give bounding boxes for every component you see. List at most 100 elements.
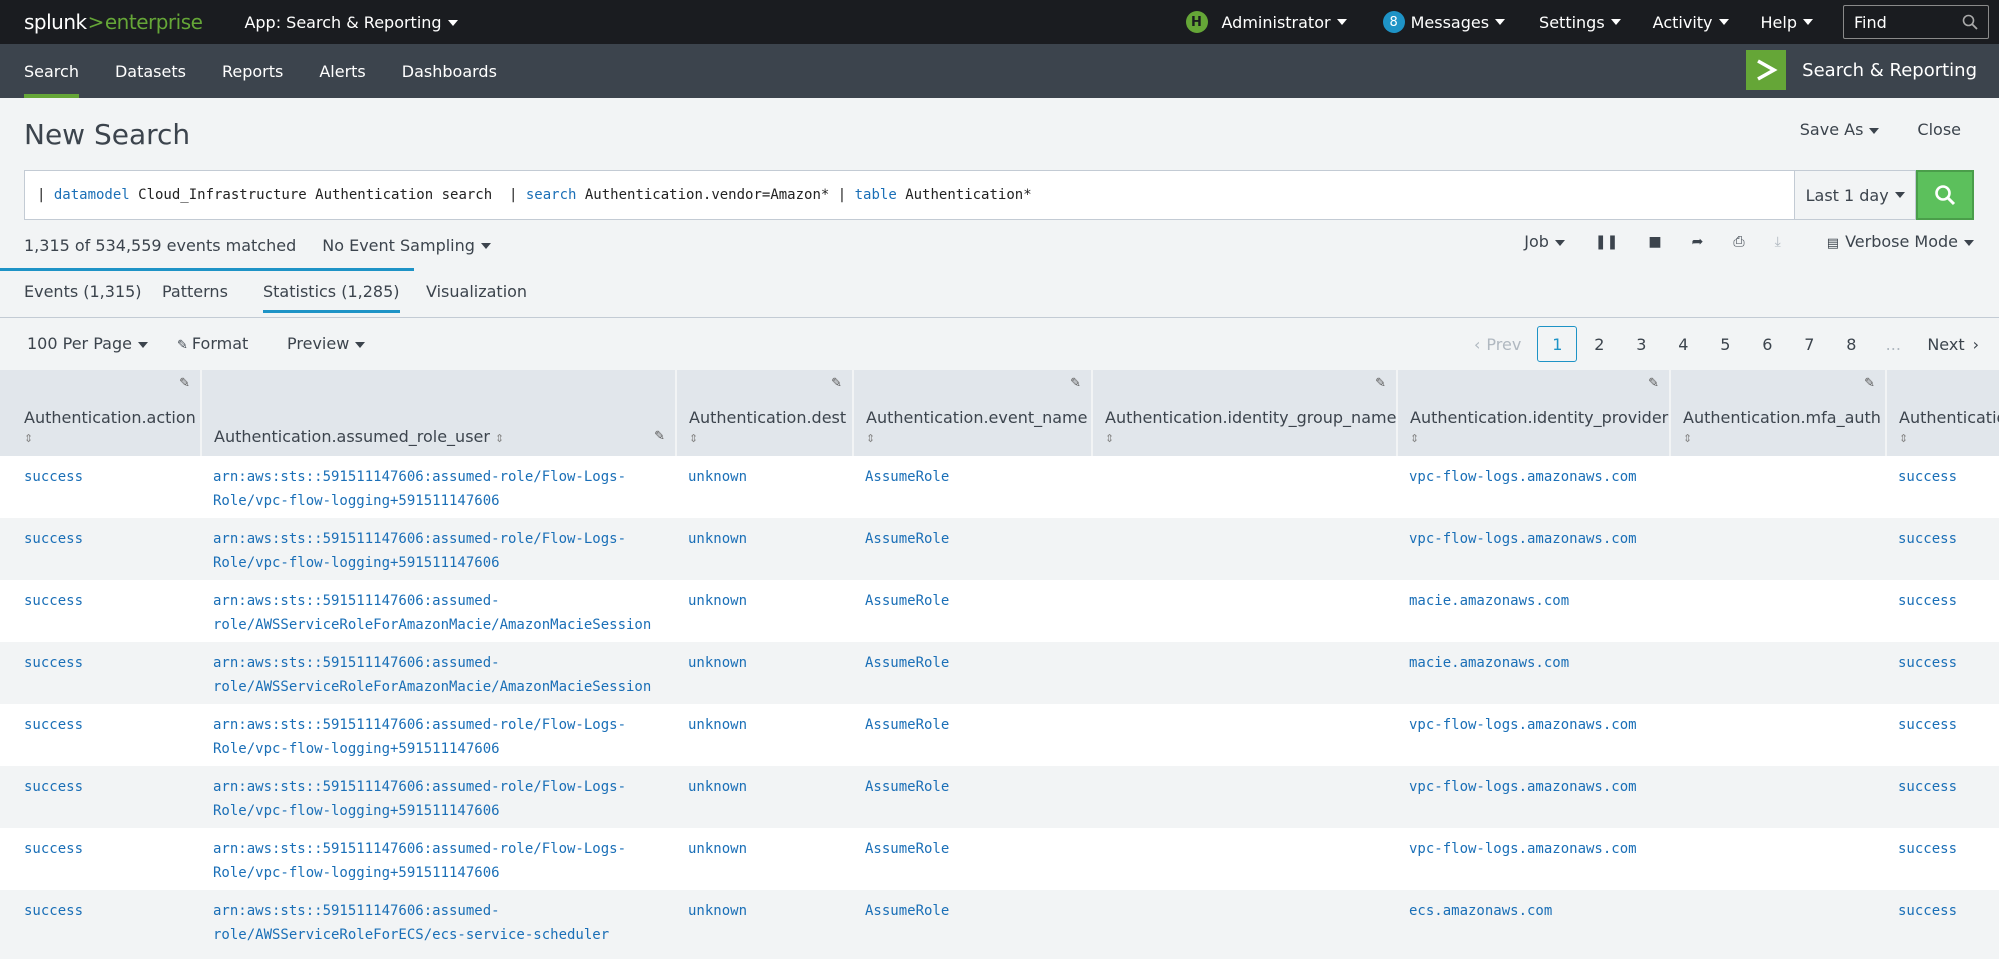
- pencil-icon[interactable]: ✎: [654, 429, 665, 444]
- tab-patterns[interactable]: Patterns: [162, 282, 228, 301]
- event-sampling-menu[interactable]: No Event Sampling: [322, 236, 491, 255]
- table-cell[interactable]: AssumeRole: [853, 642, 1092, 704]
- table-cell[interactable]: unknown: [676, 580, 853, 642]
- next-page-button[interactable]: Next ›: [1927, 326, 1979, 362]
- nav-tab-dashboards[interactable]: Dashboards: [402, 44, 497, 98]
- pencil-icon[interactable]: ✎: [1864, 376, 1875, 391]
- table-cell[interactable]: arn:aws:sts::591511147606:assumed-role/F…: [201, 766, 676, 828]
- column-header[interactable]: ✎ Authentication.dest ⇕: [676, 370, 854, 456]
- prev-page-button[interactable]: ‹ Prev: [1474, 326, 1521, 362]
- table-cell[interactable]: unknown: [676, 456, 853, 518]
- nav-tab-reports[interactable]: Reports: [222, 44, 283, 98]
- table-cell[interactable]: success: [1886, 580, 1999, 642]
- tab-visualization[interactable]: Visualization: [426, 282, 527, 301]
- table-cell[interactable]: success: [0, 828, 201, 890]
- table-cell[interactable]: unknown: [676, 518, 853, 580]
- sort-icon[interactable]: ⇕: [1410, 432, 1419, 445]
- table-cell[interactable]: AssumeRole: [853, 704, 1092, 766]
- sort-icon[interactable]: ⇕: [495, 432, 504, 445]
- table-cell[interactable]: vpc-flow-logs.amazonaws.com: [1397, 704, 1670, 766]
- nav-tab-search[interactable]: Search: [24, 44, 79, 98]
- table-cell[interactable]: arn:aws:sts::591511147606:assumed-role/A…: [201, 890, 676, 952]
- table-cell[interactable]: unknown: [676, 890, 853, 952]
- table-cell[interactable]: arn:aws:sts::591511147606:assumed-role/F…: [201, 828, 676, 890]
- table-cell[interactable]: success: [0, 456, 201, 518]
- per-page-menu[interactable]: 100 Per Page: [27, 334, 148, 353]
- print-icon[interactable]: ⎙: [1733, 234, 1744, 250]
- table-cell[interactable]: success: [1886, 642, 1999, 704]
- sort-icon[interactable]: ⇕: [24, 432, 33, 445]
- sort-icon[interactable]: ⇕: [1683, 432, 1692, 445]
- table-cell[interactable]: AssumeRole: [853, 580, 1092, 642]
- column-header[interactable]: ✎ Authentication.mfa_auth ⇕: [1670, 370, 1887, 456]
- pause-icon[interactable]: ❚❚: [1595, 234, 1618, 250]
- close-button[interactable]: Close: [1917, 120, 1961, 139]
- page-6-button[interactable]: 6: [1747, 326, 1787, 362]
- table-cell[interactable]: success: [1886, 704, 1999, 766]
- column-header[interactable]: ✎ Authentication.assumed_role_user ⇕: [201, 370, 677, 456]
- user-menu[interactable]: H Administrator: [1185, 11, 1347, 33]
- stop-icon[interactable]: ■: [1648, 234, 1661, 250]
- table-cell[interactable]: success: [1886, 890, 1999, 952]
- sort-icon[interactable]: ⇕: [689, 432, 698, 445]
- table-cell[interactable]: success: [1886, 828, 1999, 890]
- search-button[interactable]: [1916, 170, 1974, 220]
- splunk-logo[interactable]: splunk > enterprise: [24, 10, 203, 34]
- nav-tab-datasets[interactable]: Datasets: [115, 44, 186, 98]
- settings-menu[interactable]: Settings: [1539, 13, 1621, 32]
- activity-menu[interactable]: Activity: [1653, 13, 1729, 32]
- table-cell[interactable]: success: [1886, 456, 1999, 518]
- job-menu[interactable]: Job: [1524, 232, 1565, 251]
- pencil-icon[interactable]: ✎: [1375, 376, 1386, 391]
- table-cell[interactable]: AssumeRole: [853, 766, 1092, 828]
- pencil-icon[interactable]: ✎: [831, 376, 842, 391]
- table-cell[interactable]: arn:aws:sts::591511147606:assumed-role/F…: [201, 518, 676, 580]
- table-cell[interactable]: success: [1886, 766, 1999, 828]
- column-header[interactable]: ✎ Authentication.identity_group_name ⇕: [1092, 370, 1398, 456]
- column-header[interactable]: ✎ Authentication.event_name ⇕: [853, 370, 1093, 456]
- page-5-button[interactable]: 5: [1705, 326, 1745, 362]
- table-cell[interactable]: vpc-flow-logs.amazonaws.com: [1397, 766, 1670, 828]
- page-8-button[interactable]: 8: [1831, 326, 1871, 362]
- table-cell[interactable]: vpc-flow-logs.amazonaws.com: [1397, 518, 1670, 580]
- table-cell[interactable]: unknown: [676, 828, 853, 890]
- tab-statistics[interactable]: Statistics (1,285): [263, 282, 400, 313]
- table-cell[interactable]: AssumeRole: [853, 890, 1092, 952]
- pencil-icon[interactable]: ✎: [1648, 376, 1659, 391]
- sort-icon[interactable]: ⇕: [1105, 432, 1114, 445]
- page-7-button[interactable]: 7: [1789, 326, 1829, 362]
- table-cell[interactable]: arn:aws:sts::591511147606:assumed-role/F…: [201, 456, 676, 518]
- export-icon[interactable]: ⤓: [1775, 234, 1781, 250]
- table-cell[interactable]: macie.amazonaws.com: [1397, 642, 1670, 704]
- search-input[interactable]: | datamodel Cloud_Infrastructure Authent…: [24, 170, 1795, 220]
- table-cell[interactable]: vpc-flow-logs.amazonaws.com: [1397, 828, 1670, 890]
- column-header[interactable]: ✎ Authentication.identity_provider ⇕: [1397, 370, 1671, 456]
- table-cell[interactable]: success: [0, 518, 201, 580]
- table-cell[interactable]: success: [0, 890, 201, 952]
- sort-icon[interactable]: ⇕: [1899, 432, 1908, 445]
- table-cell[interactable]: arn:aws:sts::591511147606:assumed-role/A…: [201, 580, 676, 642]
- time-range-picker[interactable]: Last 1 day: [1795, 170, 1917, 220]
- find-input[interactable]: Find: [1843, 5, 1989, 39]
- format-button[interactable]: ✎ Format: [177, 334, 248, 353]
- save-as-button[interactable]: Save As: [1800, 120, 1880, 139]
- table-cell[interactable]: success: [0, 704, 201, 766]
- table-cell[interactable]: success: [0, 642, 201, 704]
- table-cell[interactable]: arn:aws:sts::591511147606:assumed-role/F…: [201, 704, 676, 766]
- table-cell[interactable]: success: [0, 580, 201, 642]
- table-cell[interactable]: unknown: [676, 766, 853, 828]
- table-cell[interactable]: AssumeRole: [853, 518, 1092, 580]
- table-cell[interactable]: vpc-flow-logs.amazonaws.com: [1397, 456, 1670, 518]
- page-3-button[interactable]: 3: [1621, 326, 1661, 362]
- help-menu[interactable]: Help: [1761, 13, 1813, 32]
- preview-menu[interactable]: Preview: [287, 334, 366, 353]
- sort-icon[interactable]: ⇕: [866, 432, 875, 445]
- table-cell[interactable]: unknown: [676, 642, 853, 704]
- page-4-button[interactable]: 4: [1663, 326, 1703, 362]
- table-cell[interactable]: arn:aws:sts::591511147606:assumed-role/A…: [201, 642, 676, 704]
- table-cell[interactable]: ecs.amazonaws.com: [1397, 890, 1670, 952]
- column-header[interactable]: ✎ Authentication.action ⇕: [0, 370, 202, 456]
- tab-events[interactable]: Events (1,315): [24, 282, 142, 301]
- page-2-button[interactable]: 2: [1579, 326, 1619, 362]
- table-cell[interactable]: success: [0, 766, 201, 828]
